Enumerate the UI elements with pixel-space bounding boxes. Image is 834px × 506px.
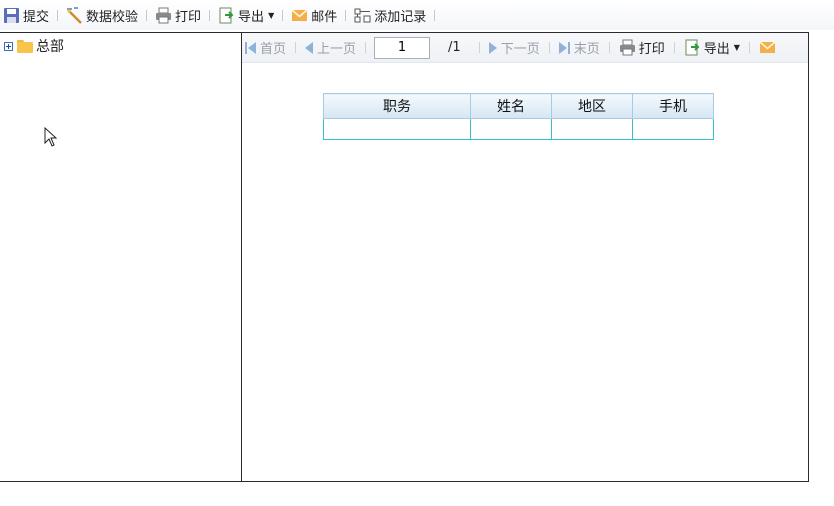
- main-toolbar: 提交 数据校验 打印 导出 ▼ 邮件 添加记录: [0, 0, 834, 30]
- pager-mail-button[interactable]: [756, 39, 779, 56]
- page-total: /1: [448, 40, 461, 55]
- add-record-icon: [354, 7, 371, 24]
- tree-pane: 总部: [0, 33, 242, 481]
- toolbar-separator: [282, 9, 284, 21]
- submit-button[interactable]: 提交: [0, 3, 52, 27]
- tree-node-root[interactable]: 总部: [4, 36, 64, 56]
- table-cell[interactable]: [470, 118, 552, 140]
- last-page-icon: [567, 41, 570, 54]
- next-page-label: 下一页: [500, 42, 540, 57]
- chevron-down-icon: ▼: [733, 43, 740, 52]
- pager-separator: [548, 42, 550, 53]
- prev-page-button[interactable]: 上一页: [302, 38, 359, 57]
- export-label: 导出: [238, 9, 265, 25]
- report-table: 职务 姓名 地区 手机: [323, 93, 714, 140]
- pager-toolbar: 首页 上一页 /1 下一页 末页: [242, 33, 808, 63]
- printer-icon: [155, 7, 172, 24]
- pager-separator: [478, 42, 480, 53]
- wand-icon: [66, 6, 83, 24]
- pager-export-label: 导出: [703, 42, 730, 57]
- first-page-label: 首页: [260, 42, 287, 57]
- printer-icon: [619, 39, 636, 56]
- last-page-label: 末页: [573, 42, 600, 57]
- data-validate-button[interactable]: 数据校验: [63, 3, 141, 27]
- data-validate-label: 数据校验: [86, 9, 139, 25]
- folder-icon: [17, 39, 33, 53]
- prev-page-label: 上一页: [317, 42, 357, 57]
- pager-separator: [673, 42, 675, 53]
- pager-separator: [748, 42, 750, 53]
- column-header-region: 地区: [551, 93, 633, 119]
- add-record-label: 添加记录: [374, 9, 427, 25]
- table-header-row: 职务 姓名 地区 手机: [323, 93, 714, 119]
- pager-export-button[interactable]: 导出 ▼: [681, 38, 743, 57]
- table-cell[interactable]: [323, 118, 471, 140]
- pager-print-button[interactable]: 打印: [616, 38, 668, 57]
- pager-separator: [608, 42, 610, 53]
- main-frame: 总部 首页 上一页 /1 下一页: [0, 32, 809, 482]
- column-header-mobile: 手机: [632, 93, 714, 119]
- next-page-button[interactable]: 下一页: [486, 38, 543, 57]
- chevron-down-icon: ▼: [268, 10, 275, 20]
- toolbar-separator: [209, 9, 211, 21]
- toolbar-separator: [345, 9, 347, 21]
- toolbar-separator: [57, 9, 59, 21]
- report-pane: 首页 上一页 /1 下一页 末页: [242, 33, 808, 481]
- page-number-input[interactable]: [374, 36, 431, 59]
- print-button[interactable]: 打印: [152, 3, 204, 27]
- table-row: [323, 118, 714, 140]
- table-cell[interactable]: [551, 118, 633, 140]
- submit-label: 提交: [23, 9, 50, 25]
- column-header-position: 职务: [323, 93, 471, 119]
- pager-separator: [365, 42, 367, 53]
- mouse-cursor-icon: [44, 127, 58, 147]
- first-page-icon: [245, 41, 247, 54]
- first-page-arrow-icon: [248, 41, 256, 54]
- pager-separator: [295, 42, 297, 53]
- prev-page-icon: [305, 41, 314, 54]
- next-page-icon: [488, 41, 497, 54]
- tree-node-label: 总部: [36, 39, 64, 55]
- first-page-button[interactable]: 首页: [242, 38, 289, 57]
- export-icon: [684, 39, 701, 56]
- mail-icon: [759, 39, 776, 56]
- toolbar-separator: [146, 9, 148, 21]
- table-cell[interactable]: [632, 118, 714, 140]
- export-icon: [218, 7, 235, 24]
- column-header-name: 姓名: [470, 93, 552, 119]
- mail-button[interactable]: 邮件: [288, 3, 340, 27]
- pager-print-label: 打印: [638, 42, 665, 57]
- last-page-button[interactable]: 末页: [556, 38, 603, 57]
- export-dropdown-button[interactable]: 导出 ▼: [215, 3, 277, 27]
- toolbar-separator: [434, 9, 436, 21]
- mail-label: 邮件: [311, 9, 338, 25]
- last-page-arrow-icon: [558, 41, 567, 54]
- save-icon: [3, 7, 20, 24]
- add-record-button[interactable]: 添加记录: [351, 3, 429, 27]
- mail-icon: [291, 7, 308, 24]
- expand-plus-icon[interactable]: [4, 41, 13, 51]
- print-label: 打印: [175, 9, 202, 25]
